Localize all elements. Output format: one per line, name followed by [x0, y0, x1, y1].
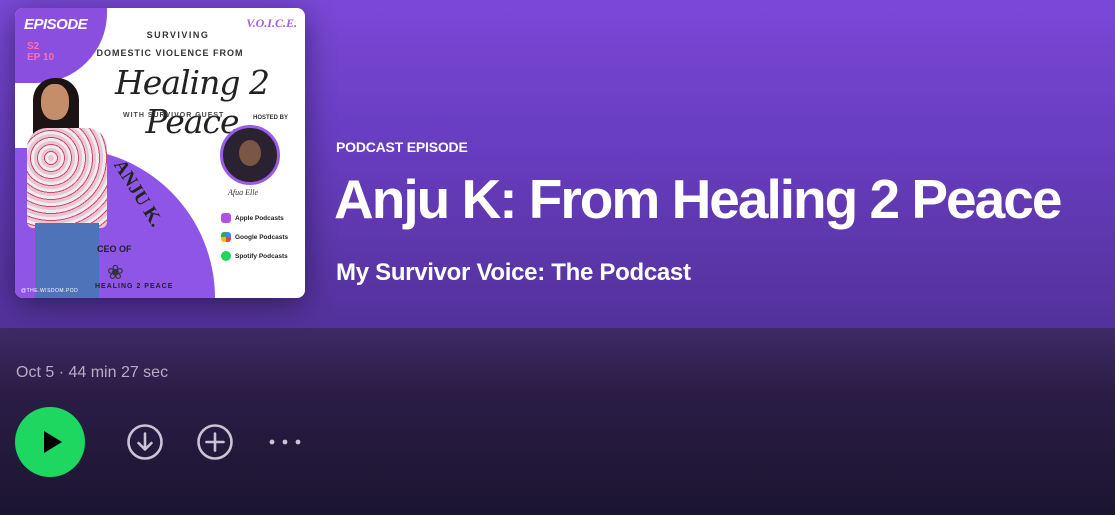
cover-season-number: S2 — [27, 41, 40, 52]
host-signature: Afua Elle — [228, 188, 258, 197]
meta-separator: · — [58, 364, 65, 381]
action-bar-background — [0, 328, 1115, 515]
lotus-icon: ❀ — [107, 262, 124, 284]
cover-brand-logo: V.O.I.C.E. — [246, 16, 297, 30]
episode-meta: Oct 5 · 44 min 27 sec — [16, 364, 168, 382]
add-to-library-button[interactable] — [196, 423, 234, 461]
guest-photo-top — [27, 128, 107, 228]
cover-handle: @THE.WISDOM.POD — [21, 288, 79, 294]
badge-label: Google Podcasts — [235, 233, 289, 241]
cover-ceo-of: CEO OF — [97, 244, 132, 254]
host-face — [239, 140, 261, 166]
badge-label: Apple Podcasts — [235, 214, 284, 222]
download-button[interactable] — [126, 423, 164, 461]
cover-platform-badges: Apple Podcasts Google Podcasts Spotify P… — [221, 213, 288, 270]
cover-line1: SURVIVING — [146, 30, 210, 40]
cover-with-guest: WITH SURVIVOR GUEST — [123, 112, 225, 119]
release-date: Oct 5 — [16, 364, 55, 381]
spotify-icon — [221, 251, 231, 261]
show-name-link[interactable]: My Survivor Voice: The Podcast — [336, 259, 691, 287]
google-podcasts-badge: Google Podcasts — [221, 232, 288, 242]
content-type-label: PODCAST EPISODE — [336, 139, 468, 155]
guest-photo-jeans — [35, 223, 99, 298]
cover-hosted-by: HOSTED BY — [253, 115, 289, 121]
episode-cover-art: EPISODE S2 EP 10 V.O.I.C.E. SURVIVING DO… — [15, 8, 305, 298]
plus-circle-icon — [197, 424, 233, 460]
google-podcasts-icon — [221, 232, 231, 242]
play-button[interactable] — [15, 407, 85, 477]
cover-script-title: Healing 2 Peace — [115, 63, 270, 141]
cover-episode-tag: EPISODE — [24, 16, 88, 33]
cover-company: HEALING 2 PEACE — [95, 283, 174, 290]
episode-duration: 44 min 27 sec — [68, 364, 169, 381]
apple-podcasts-badge: Apple Podcasts — [221, 213, 288, 223]
play-icon — [43, 431, 62, 453]
badge-label: Spotify Podcasts — [235, 252, 288, 260]
episode-title: Anju K: From Healing 2 Peace — [334, 168, 1062, 230]
cover-season: S2 EP 10 — [27, 41, 54, 63]
more-options-button[interactable] — [265, 423, 305, 461]
spotify-podcasts-badge: Spotify Podcasts — [221, 251, 288, 261]
guest-photo-face — [41, 84, 69, 120]
cover-line2: DOMESTIC VIOLENCE FROM — [96, 48, 244, 58]
apple-podcasts-icon — [221, 213, 231, 223]
host-photo — [220, 125, 280, 185]
more-horizontal-icon — [269, 439, 301, 445]
download-circle-icon — [127, 424, 163, 460]
cover-episode-number: EP 10 — [27, 52, 55, 63]
